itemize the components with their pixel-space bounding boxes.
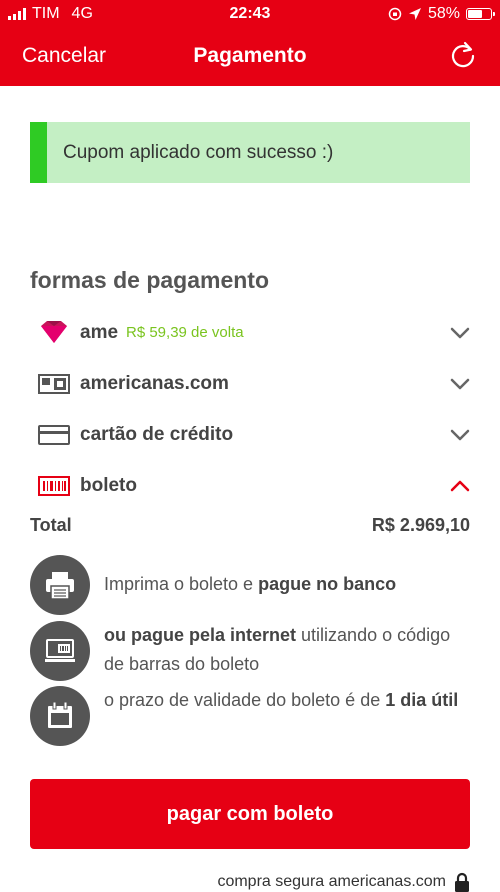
total-amount: R$ 2.969,10 (371, 515, 470, 535)
battery-level (468, 10, 482, 18)
payment-option-label: cartão de crédito (80, 424, 234, 445)
orientation-lock-icon (388, 7, 402, 21)
barcode-icon (38, 476, 70, 496)
coupon-success-alert: Cupom aplicado com sucesso :) (30, 122, 470, 183)
secure-purchase-footer: compra segura americanas.com (217, 872, 470, 892)
printer-icon (46, 572, 74, 600)
laptop-barcode-icon (45, 639, 75, 662)
total-label: Total (30, 515, 72, 535)
calendar-icon-circle (30, 686, 90, 746)
secure-purchase-text: compra segura americanas.com (217, 873, 446, 890)
payment-methods-title: formas de pagamento (30, 267, 269, 293)
alert-accent-bar (30, 122, 47, 183)
payment-option-ame[interactable]: ame R$ 59,39 de volta (30, 313, 470, 353)
payment-option-label: boleto (80, 475, 137, 496)
nav-bar: Cancelar Pagamento (0, 30, 500, 86)
info-text: Imprima o boleto e pague no banco (104, 570, 470, 599)
payment-option-credit-card[interactable]: cartão de crédito (30, 415, 470, 455)
cancel-button[interactable]: Cancelar (22, 44, 106, 68)
battery-icon (466, 8, 495, 20)
battery-percent: 58% (427, 5, 460, 22)
info-text-bold: ou pague pela internet (104, 625, 297, 645)
gift-card-icon (38, 374, 70, 394)
info-text-bold: 1 dia útil (385, 690, 459, 710)
chevron-up-icon[interactable] (450, 476, 470, 496)
boleto-info-validity: o prazo de validade do boleto é de 1 dia… (30, 686, 470, 746)
info-text-bold: pague no banco (258, 574, 397, 594)
chevron-down-icon[interactable] (450, 323, 470, 343)
alert-message: Cupom aplicado com sucesso :) (63, 142, 334, 163)
payment-option-boleto[interactable]: boleto (30, 466, 470, 506)
info-text-plain: o prazo de validade do boleto é de (104, 690, 386, 710)
ame-heart-icon (41, 321, 67, 343)
payment-option-label: ame (80, 322, 119, 343)
info-text-plain: Imprima o boleto e (104, 574, 259, 594)
info-text: o prazo de validade do boleto é de 1 dia… (104, 686, 470, 715)
boleto-info-print: Imprima o boleto e pague no banco (30, 555, 470, 615)
lock-icon (455, 872, 469, 892)
location-icon (408, 8, 421, 20)
pay-with-boleto-button[interactable]: pagar com boleto (30, 779, 470, 849)
total-row: Total R$ 2.969,10 (30, 515, 470, 539)
payment-option-label: americanas.com (80, 373, 229, 394)
status-right: 58% (388, 5, 495, 23)
boleto-info-internet: ou pague pela internet utilizando o códi… (30, 621, 470, 681)
laptop-icon-circle (30, 621, 90, 681)
refresh-icon[interactable] (448, 40, 478, 70)
payment-option-americanas[interactable]: americanas.com (30, 364, 470, 404)
app-header: TIM 4G 22:43 58% Cancelar Pagamento (0, 0, 500, 86)
calendar-icon (48, 701, 72, 728)
info-text: ou pague pela internet utilizando o códi… (104, 621, 470, 679)
status-bar: TIM 4G 22:43 58% (0, 0, 500, 30)
cashback-label: R$ 59,39 de volta (126, 324, 244, 341)
printer-icon-circle (30, 555, 90, 615)
credit-card-icon (38, 425, 70, 445)
chevron-down-icon[interactable] (450, 374, 470, 394)
chevron-down-icon[interactable] (450, 425, 470, 445)
